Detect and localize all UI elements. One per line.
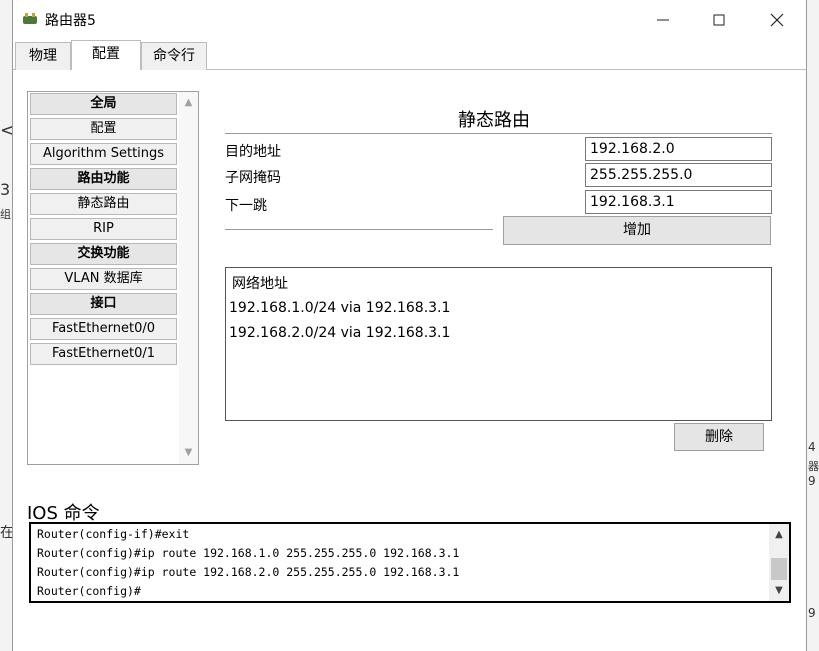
sidebar-item-switching[interactable]: 交换功能 xyxy=(30,243,177,265)
tab-config[interactable]: 配置 xyxy=(71,40,141,70)
form-divider xyxy=(225,229,493,230)
maximize-icon xyxy=(713,14,725,26)
scrollbar-thumb[interactable] xyxy=(771,558,787,580)
subnet-mask-label: 子网掩码 xyxy=(225,170,281,186)
title-divider xyxy=(225,133,772,134)
console-line: Router(config-if)#exit xyxy=(37,527,190,541)
background-right-strip xyxy=(806,0,819,651)
background-left-strip xyxy=(0,0,12,651)
minimize-icon xyxy=(657,19,669,21)
title-bar[interactable]: 路由器5 xyxy=(13,0,806,40)
sidebar-item-routing[interactable]: 路由功能 xyxy=(30,168,177,190)
dest-address-field[interactable]: 192.168.2.0 xyxy=(585,137,772,161)
background-text: 9 xyxy=(808,606,816,620)
background-text: 器 xyxy=(808,460,819,473)
console-line: Router(config)#ip route 192.168.1.0 255.… xyxy=(37,546,460,560)
sidebar-item-fastethernet0-0[interactable]: FastEthernet0/0 xyxy=(30,318,177,340)
subnet-mask-field[interactable]: 255.255.255.0 xyxy=(585,163,772,187)
route-list-item[interactable]: 192.168.1.0/24 via 192.168.3.1 xyxy=(229,300,450,316)
config-sidebar: 全局 配置 Algorithm Settings 路由功能 静态路由 RIP 交… xyxy=(27,91,199,465)
next-hop-label: 下一跳 xyxy=(225,198,267,214)
background-text: 组 xyxy=(0,208,11,221)
sidebar-item-fastethernet0-1[interactable]: FastEthernet0/1 xyxy=(30,343,177,365)
sidebar-item-vlan-database[interactable]: VLAN 数据库 xyxy=(30,268,177,290)
minimize-button[interactable] xyxy=(651,8,675,32)
scroll-up-icon[interactable]: ▲ xyxy=(179,94,198,112)
add-button[interactable]: 增加 xyxy=(503,216,771,245)
sidebar-item-global[interactable]: 全局 xyxy=(30,93,177,115)
ios-console[interactable]: Router(config-if)#exit Router(config)#ip… xyxy=(29,522,791,603)
console-line: Router(config)# xyxy=(37,584,141,598)
background-text: 9 xyxy=(808,474,816,488)
scroll-down-icon[interactable]: ▼ xyxy=(179,444,198,462)
sidebar-item-rip[interactable]: RIP xyxy=(30,218,177,240)
static-route-title: 静态路由 xyxy=(458,110,530,131)
sidebar-scrollbar[interactable]: ▲ ▼ xyxy=(179,92,198,464)
background-text: 4 xyxy=(808,440,816,454)
dest-address-label: 目的地址 xyxy=(225,144,281,160)
maximize-button[interactable] xyxy=(707,8,731,32)
router-app-icon xyxy=(23,13,37,24)
close-button[interactable] xyxy=(765,8,789,32)
delete-button[interactable]: 删除 xyxy=(674,423,764,451)
tab-cli[interactable]: 命令行 xyxy=(141,42,207,70)
router-config-window: 路由器5 物理 配置 命令行 全局 配置 Algorithm Settings … xyxy=(12,0,807,651)
scroll-down-icon[interactable]: ▼ xyxy=(769,582,789,600)
network-address-header: 网络地址 xyxy=(232,276,288,292)
close-icon xyxy=(770,13,784,27)
sidebar-item-settings[interactable]: 配置 xyxy=(30,118,177,140)
scroll-up-icon[interactable]: ▲ xyxy=(769,526,789,544)
tab-bar: 物理 配置 命令行 xyxy=(13,40,806,70)
window-title: 路由器5 xyxy=(45,13,96,29)
background-text: 3 xyxy=(0,180,11,199)
console-line: Router(config)#ip route 192.168.2.0 255.… xyxy=(37,565,460,579)
sidebar-item-interface[interactable]: 接口 xyxy=(30,293,177,315)
sidebar-item-static-route[interactable]: 静态路由 xyxy=(30,193,177,215)
console-scrollbar[interactable]: ▲ ▼ xyxy=(769,524,789,601)
next-hop-field[interactable]: 192.168.3.1 xyxy=(585,190,772,214)
network-address-list[interactable]: 网络地址 192.168.1.0/24 via 192.168.3.1 192.… xyxy=(225,267,772,421)
tab-physical[interactable]: 物理 xyxy=(15,42,71,70)
route-list-item[interactable]: 192.168.2.0/24 via 192.168.3.1 xyxy=(229,325,450,341)
sidebar-item-algorithm-settings[interactable]: Algorithm Settings xyxy=(30,143,177,165)
